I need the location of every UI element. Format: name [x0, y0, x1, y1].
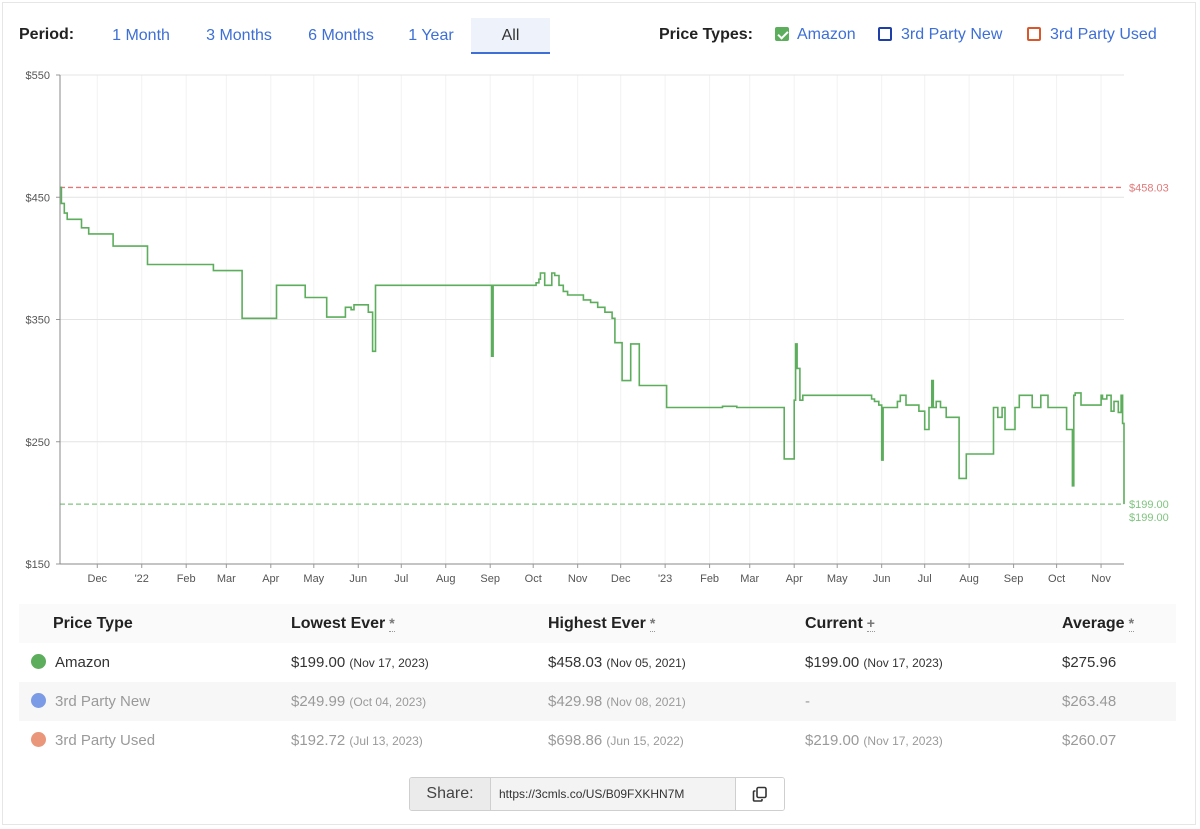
current-value: $219.00 — [805, 732, 860, 749]
x-tick-label: '22 — [135, 573, 149, 585]
x-tick-label: Dec — [611, 573, 631, 585]
3rd-party-used-price-type-label[interactable]: 3rd Party Used — [1050, 26, 1157, 44]
x-tick-label: Jul — [918, 573, 932, 585]
highest-ever-info-mark[interactable]: * — [649, 614, 656, 632]
highest-date: (Jun 15, 2022) — [606, 734, 684, 748]
header-average: Average * — [1054, 604, 1176, 643]
amazon-legend-dot — [31, 654, 46, 669]
period-1-month-button[interactable]: 1 Month — [100, 18, 182, 54]
y-tick-label: $150 — [26, 559, 50, 571]
x-tick-label: Apr — [786, 573, 803, 585]
current-value: - — [805, 693, 810, 710]
table-row-amazon: Amazon $199.00 (Nov 17, 2023) $458.03 (N… — [19, 643, 1176, 682]
x-tick-label: Jun — [349, 573, 367, 585]
y-tick-label: $550 — [26, 70, 50, 82]
table-header-row: Price Type Lowest Ever * Highest Ever * Cu… — [19, 604, 1176, 643]
x-tick-label: Sep — [480, 573, 500, 585]
period-all-button[interactable]: All — [471, 18, 550, 54]
y-tick-label: $250 — [26, 437, 50, 449]
share-bar: Share: https://3cmls.co/US/B09FXKHN7M — [409, 777, 785, 811]
x-tick-label: Feb — [700, 573, 719, 585]
lowest-value: $249.99 — [291, 693, 346, 710]
reference-line-label: $199.00 — [1129, 499, 1169, 511]
share-url-field[interactable]: https://3cmls.co/US/B09FXKHN7M — [491, 778, 736, 810]
highest-date: (Nov 05, 2021) — [606, 656, 686, 670]
header-price-type: Price Type — [19, 604, 283, 643]
lowest-value: $192.72 — [291, 732, 346, 749]
x-tick-label: May — [303, 573, 324, 585]
x-tick-label: Jul — [394, 573, 408, 585]
row-name: 3rd Party Used — [55, 732, 156, 749]
3rd-party-used-legend-dot — [31, 732, 46, 747]
lowest-date: (Jul 13, 2023) — [349, 734, 423, 748]
period-1-year-button[interactable]: 1 Year — [397, 18, 465, 54]
3rd-party-new-legend-dot — [31, 693, 46, 708]
price-summary-table: Price Type Lowest Ever * Highest Ever * Cu… — [19, 604, 1176, 760]
x-tick-label: Nov — [1091, 573, 1111, 585]
x-tick-label: Aug — [436, 573, 456, 585]
x-tick-label: Dec — [88, 573, 108, 585]
table-row-3rd-party-new: 3rd Party New $249.99 (Oct 04, 2023) $42… — [19, 682, 1176, 721]
header-lowest-ever: Lowest Ever * — [283, 604, 540, 643]
share-label: Share: — [410, 778, 491, 810]
lowest-date: (Oct 04, 2023) — [349, 695, 427, 709]
amazon-price-series-line — [60, 186, 1125, 505]
highest-date: (Nov 08, 2021) — [606, 695, 686, 709]
x-tick-label: Aug — [959, 573, 979, 585]
x-tick-label: Nov — [568, 573, 588, 585]
period-3-months-button[interactable]: 3 Months — [193, 18, 285, 54]
amazon-price-type-label[interactable]: Amazon — [797, 26, 856, 44]
average-value: $263.48 — [1062, 693, 1117, 710]
price-types-label: Price Types: — [659, 26, 753, 43]
header-highest-ever: Highest Ever * — [540, 604, 797, 643]
x-tick-label: Feb — [177, 573, 196, 585]
current-price-label: $199.00 — [1129, 512, 1169, 524]
row-name: Amazon — [55, 654, 111, 671]
3rd-party-new-checkbox[interactable] — [878, 27, 892, 41]
x-tick-label: Sep — [1004, 573, 1024, 585]
y-tick-label: $450 — [26, 192, 50, 204]
header-current: Current + — [797, 604, 1054, 643]
average-value: $260.07 — [1062, 732, 1117, 749]
x-tick-label: Oct — [1048, 573, 1065, 585]
current-value: $199.00 — [805, 654, 860, 671]
copy-icon — [752, 786, 767, 802]
table-row-3rd-party-used: 3rd Party Used $192.72 (Jul 13, 2023) $6… — [19, 721, 1176, 760]
3rd-party-used-checkbox[interactable] — [1027, 27, 1041, 41]
x-tick-label: '23 — [658, 573, 672, 585]
x-tick-label: Apr — [262, 573, 279, 585]
highest-value: $429.98 — [548, 693, 603, 710]
row-name: 3rd Party New — [55, 693, 151, 710]
x-tick-label: Mar — [740, 573, 759, 585]
highest-value: $458.03 — [548, 654, 603, 671]
x-tick-label: Oct — [525, 573, 542, 585]
amazon-checkbox[interactable] — [775, 27, 789, 41]
price-history-chart: $458.03 $199.00$199.00 $550 $450 $350 $250 $1… — [26, 70, 1169, 585]
lowest-value: $199.00 — [291, 654, 346, 671]
x-tick-label: Mar — [217, 573, 236, 585]
lowest-ever-info-mark[interactable]: * — [389, 614, 395, 632]
reference-line-label: $458.03 — [1129, 182, 1169, 194]
3rd-party-new-price-type-label[interactable]: 3rd Party New — [901, 26, 1002, 44]
current-date: (Nov 17, 2023) — [863, 734, 943, 748]
x-tick-label: May — [827, 573, 848, 585]
current-date: (Nov 17, 2023) — [863, 656, 943, 670]
y-tick-label: $350 — [26, 315, 50, 327]
average-info-mark[interactable]: * — [1128, 614, 1135, 632]
copy-link-button[interactable] — [736, 778, 784, 810]
lowest-date: (Nov 17, 2023) — [349, 656, 429, 670]
average-value: $275.96 — [1062, 654, 1117, 671]
toolbar: Period: 1 Month 3 Months 6 Months 1 Year… — [0, 16, 1200, 56]
period-label: Period: — [19, 26, 75, 43]
period-6-months-button[interactable]: 6 Months — [295, 18, 387, 54]
highest-value: $698.86 — [548, 732, 603, 749]
current-info-mark[interactable]: + — [866, 614, 875, 632]
x-tick-label: Jun — [873, 573, 891, 585]
